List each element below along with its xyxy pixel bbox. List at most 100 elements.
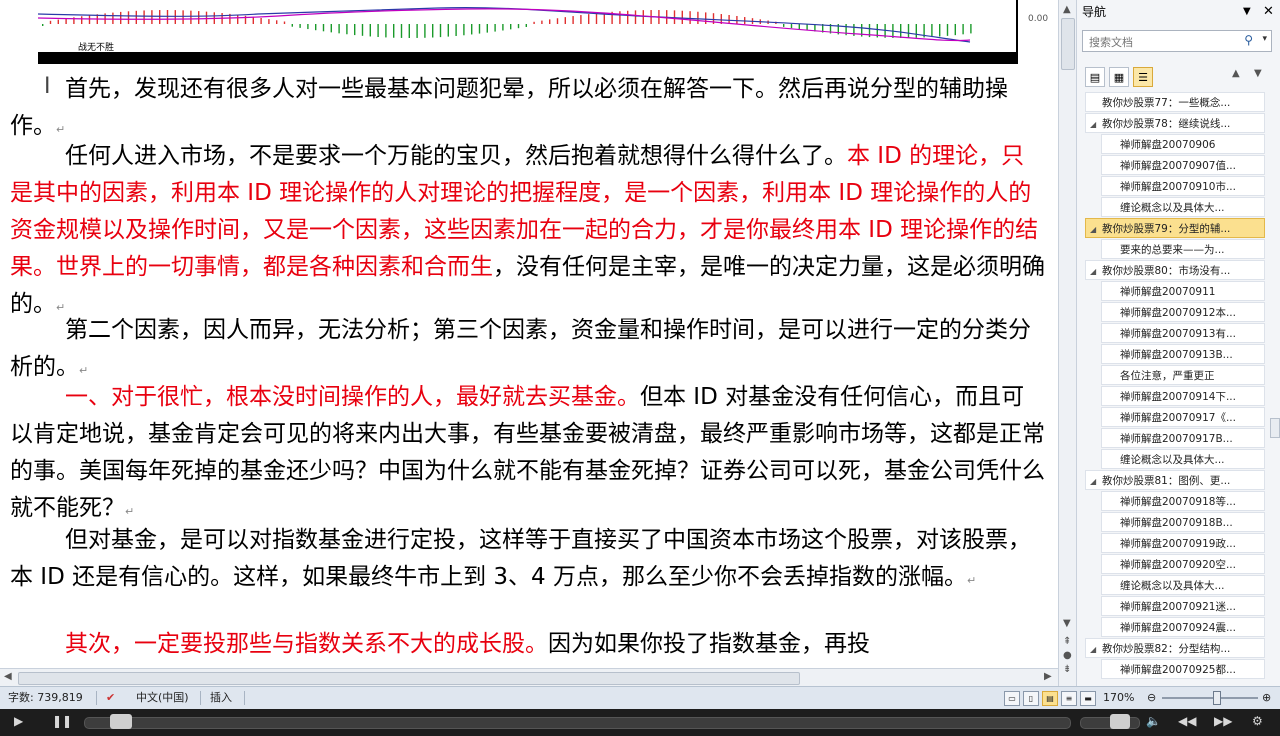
results-view-icon[interactable]: ☰	[1133, 67, 1153, 87]
pages-view-icon[interactable]: ▦	[1109, 67, 1129, 87]
next-page-icon[interactable]: ⇟	[1063, 664, 1071, 675]
proofing-icon[interactable]: ✔	[106, 687, 115, 709]
search-icon[interactable]: ⚲	[1244, 33, 1253, 47]
nav-heading-item[interactable]: 教你炒股票77：一些概念...	[1085, 92, 1265, 112]
histogram-bar	[127, 11, 130, 24]
language-indicator[interactable]: 中文(中国)	[136, 687, 189, 709]
body-paragraph[interactable]: 第二个因素，因人而异，无法分析；第三个因素，资金量和操作时间，是可以进行一定的分…	[10, 312, 1046, 389]
histogram-bar	[705, 12, 707, 24]
nav-search-box[interactable]: ⚲ ▾	[1082, 30, 1272, 53]
body-text: 但对基金，是可以对指数基金进行定投，这样等于直接买了中国资本市场这个股票，对该股…	[10, 527, 1031, 590]
histogram-bar	[268, 19, 270, 24]
seek-thumb[interactable]	[110, 714, 132, 729]
headings-view-icon[interactable]: ▤	[1085, 67, 1105, 87]
pause-icon[interactable]: ❚❚	[52, 714, 72, 728]
nav-item-label: 教你炒股票79：分型的辅...	[1102, 223, 1231, 235]
nav-subheading-item[interactable]: 禅师解盘20070906	[1101, 134, 1265, 154]
zoom-slider-thumb[interactable]	[1213, 691, 1221, 705]
nav-heading-item[interactable]: ◢ 教你炒股票82：分型结构...	[1085, 638, 1265, 658]
body-paragraph[interactable]: 但对基金，是可以对指数基金进行定投，这样等于直接买了中国资本市场这个股票，对该股…	[10, 522, 1046, 599]
nav-subheading-item[interactable]: 禅师解盘20070918B...	[1101, 512, 1265, 532]
volume-thumb[interactable]	[1110, 714, 1130, 729]
scroll-right-icon[interactable]: ▶	[1044, 671, 1052, 682]
nav-heading-item[interactable]: ◢ 教你炒股票78：继续说线...	[1085, 113, 1265, 133]
vertical-scroll-thumb[interactable]	[1061, 18, 1075, 70]
collapse-icon[interactable]: ◢	[1090, 220, 1102, 237]
chevron-down-icon[interactable]: ▼	[1243, 0, 1251, 24]
seek-bar[interactable]	[84, 717, 1071, 729]
nav-subheading-item[interactable]: 禅师解盘20070920空...	[1101, 554, 1265, 574]
nav-subheading-item[interactable]: 禅师解盘20070913有...	[1101, 323, 1265, 343]
nav-subheading-item[interactable]: 缠论概念以及具体大...	[1101, 575, 1265, 595]
nav-subheading-item[interactable]: 禅师解盘20070924震...	[1101, 617, 1265, 637]
nav-subheading-item[interactable]: 禅师解盘20070910市...	[1101, 176, 1265, 196]
nav-subheading-item[interactable]: 要来的总要来——为...	[1101, 239, 1265, 259]
nav-heading-item[interactable]: ◢ 教你炒股票81：图例、更...	[1085, 470, 1265, 490]
play-icon[interactable]: ▶	[14, 714, 23, 728]
fast-forward-icon[interactable]: ▶▶	[1214, 714, 1232, 728]
nav-subheading-item[interactable]: 禅师解盘20070907值...	[1101, 155, 1265, 175]
scroll-down-icon[interactable]: ▼	[1063, 618, 1071, 629]
nav-item-label: 教你炒股票78：继续说线...	[1102, 118, 1231, 130]
settings-icon[interactable]: ⚙	[1252, 714, 1263, 728]
histogram-bar	[369, 24, 371, 37]
nav-subheading-item[interactable]: 缠论概念以及具体大...	[1101, 449, 1265, 469]
document-area[interactable]: 战无不胜 0.00 I 首先，发现还有很多人对一些最基本问题犯晕，所以必须在解答…	[0, 0, 1058, 686]
zoom-level[interactable]: 170%	[1103, 687, 1134, 709]
nav-subheading-item[interactable]: 禅师解盘20070918等...	[1101, 491, 1265, 511]
nav-subheading-item[interactable]: 禅师解盘20070913B...	[1101, 344, 1265, 364]
nav-subheading-item[interactable]: 禅师解盘20070911	[1101, 281, 1265, 301]
previous-result-icon[interactable]: ▲	[1232, 68, 1240, 79]
body-paragraph[interactable]: 其次，一定要投那些与指数关系不大的成长股。因为如果你投了指数基金，再投	[10, 626, 1046, 663]
histogram-bar	[81, 16, 83, 24]
scroll-up-icon[interactable]: ▲	[1063, 4, 1071, 15]
nav-subheading-item[interactable]: 禅师解盘20070925都...	[1101, 659, 1265, 679]
prev-page-icon[interactable]: ⇞	[1063, 636, 1071, 647]
nav-subheading-item[interactable]: 禅师解盘20070917《...	[1101, 407, 1265, 427]
nav-scrollbar[interactable]	[1268, 92, 1280, 682]
horizontal-scroll-thumb[interactable]	[18, 672, 800, 685]
web-layout-icon[interactable]: ▤	[1042, 691, 1058, 706]
nav-subheading-item[interactable]: 禅师解盘20070912本...	[1101, 302, 1265, 322]
nav-heading-item[interactable]: ◢ 教你炒股票79：分型的辅...	[1085, 218, 1265, 238]
nav-view-tabs: ▤ ▦ ☰	[1085, 66, 1157, 87]
histogram-bar	[954, 24, 956, 36]
nav-subheading-item[interactable]: 禅师解盘20070921迷...	[1101, 596, 1265, 616]
nav-subheading-item[interactable]: 缠论概念以及具体大...	[1101, 197, 1265, 217]
collapse-icon[interactable]: ◢	[1090, 640, 1102, 657]
scroll-left-icon[interactable]: ◀	[4, 671, 12, 682]
next-result-icon[interactable]: ▼	[1254, 68, 1262, 79]
outline-view-icon[interactable]: ≡	[1061, 691, 1077, 706]
histogram-bar	[502, 24, 504, 31]
browse-object-icon[interactable]: ●	[1063, 650, 1072, 661]
search-options-icon[interactable]: ▾	[1262, 34, 1267, 44]
nav-subheading-item[interactable]: 禅师解盘20070919政...	[1101, 533, 1265, 553]
nav-search-input[interactable]	[1087, 32, 1241, 53]
nav-heading-item[interactable]: ◢ 教你炒股票80：市场没有...	[1085, 260, 1265, 280]
horizontal-scrollbar[interactable]: ◀ ▶	[0, 668, 1058, 686]
collapse-icon[interactable]: ◢	[1090, 115, 1102, 132]
nav-subheading-item[interactable]: 各位注意，严重更正	[1101, 365, 1265, 385]
insert-mode[interactable]: 插入	[210, 687, 232, 709]
body-paragraph[interactable]: 任何人进入市场，不是要求一个万能的宝贝，然后抱着就想得什么得什么了。本 ID 的…	[10, 138, 1046, 326]
nav-scroll-thumb[interactable]	[1270, 418, 1280, 438]
zoom-slider[interactable]	[1162, 697, 1258, 699]
collapse-icon[interactable]: ◢	[1090, 472, 1102, 489]
nav-item-label: 禅师解盘20070917B...	[1120, 433, 1233, 445]
close-icon[interactable]: ✕	[1263, 0, 1274, 24]
full-screen-reading-icon[interactable]: ▯	[1023, 691, 1039, 706]
vertical-scrollbar[interactable]: ▲ ▼ ⇞ ● ⇟	[1058, 0, 1076, 686]
print-layout-icon[interactable]: ▭	[1004, 691, 1020, 706]
zoom-out-icon[interactable]: ⊖	[1147, 687, 1156, 709]
body-paragraph[interactable]: 一、对于很忙，根本没时间操作的人，最好就去买基金。但本 ID 对基金没有任何信心…	[10, 379, 1046, 530]
zoom-in-icon[interactable]: ⊕	[1262, 687, 1271, 709]
collapse-icon[interactable]: ◢	[1090, 262, 1102, 279]
volume-icon[interactable]: 🔈	[1146, 714, 1161, 728]
body-paragraph[interactable]: 首先，发现还有很多人对一些最基本问题犯晕，所以必须在解答一下。然后再说分型的辅助…	[10, 71, 1046, 148]
histogram-bar	[486, 24, 488, 33]
nav-subheading-item[interactable]: 禅师解盘20070917B...	[1101, 428, 1265, 448]
draft-view-icon[interactable]: ▬	[1080, 691, 1096, 706]
rewind-icon[interactable]: ◀◀	[1178, 714, 1196, 728]
nav-subheading-item[interactable]: 禅师解盘20070914下...	[1101, 386, 1265, 406]
word-count[interactable]: 字数: 739,819	[8, 687, 83, 709]
